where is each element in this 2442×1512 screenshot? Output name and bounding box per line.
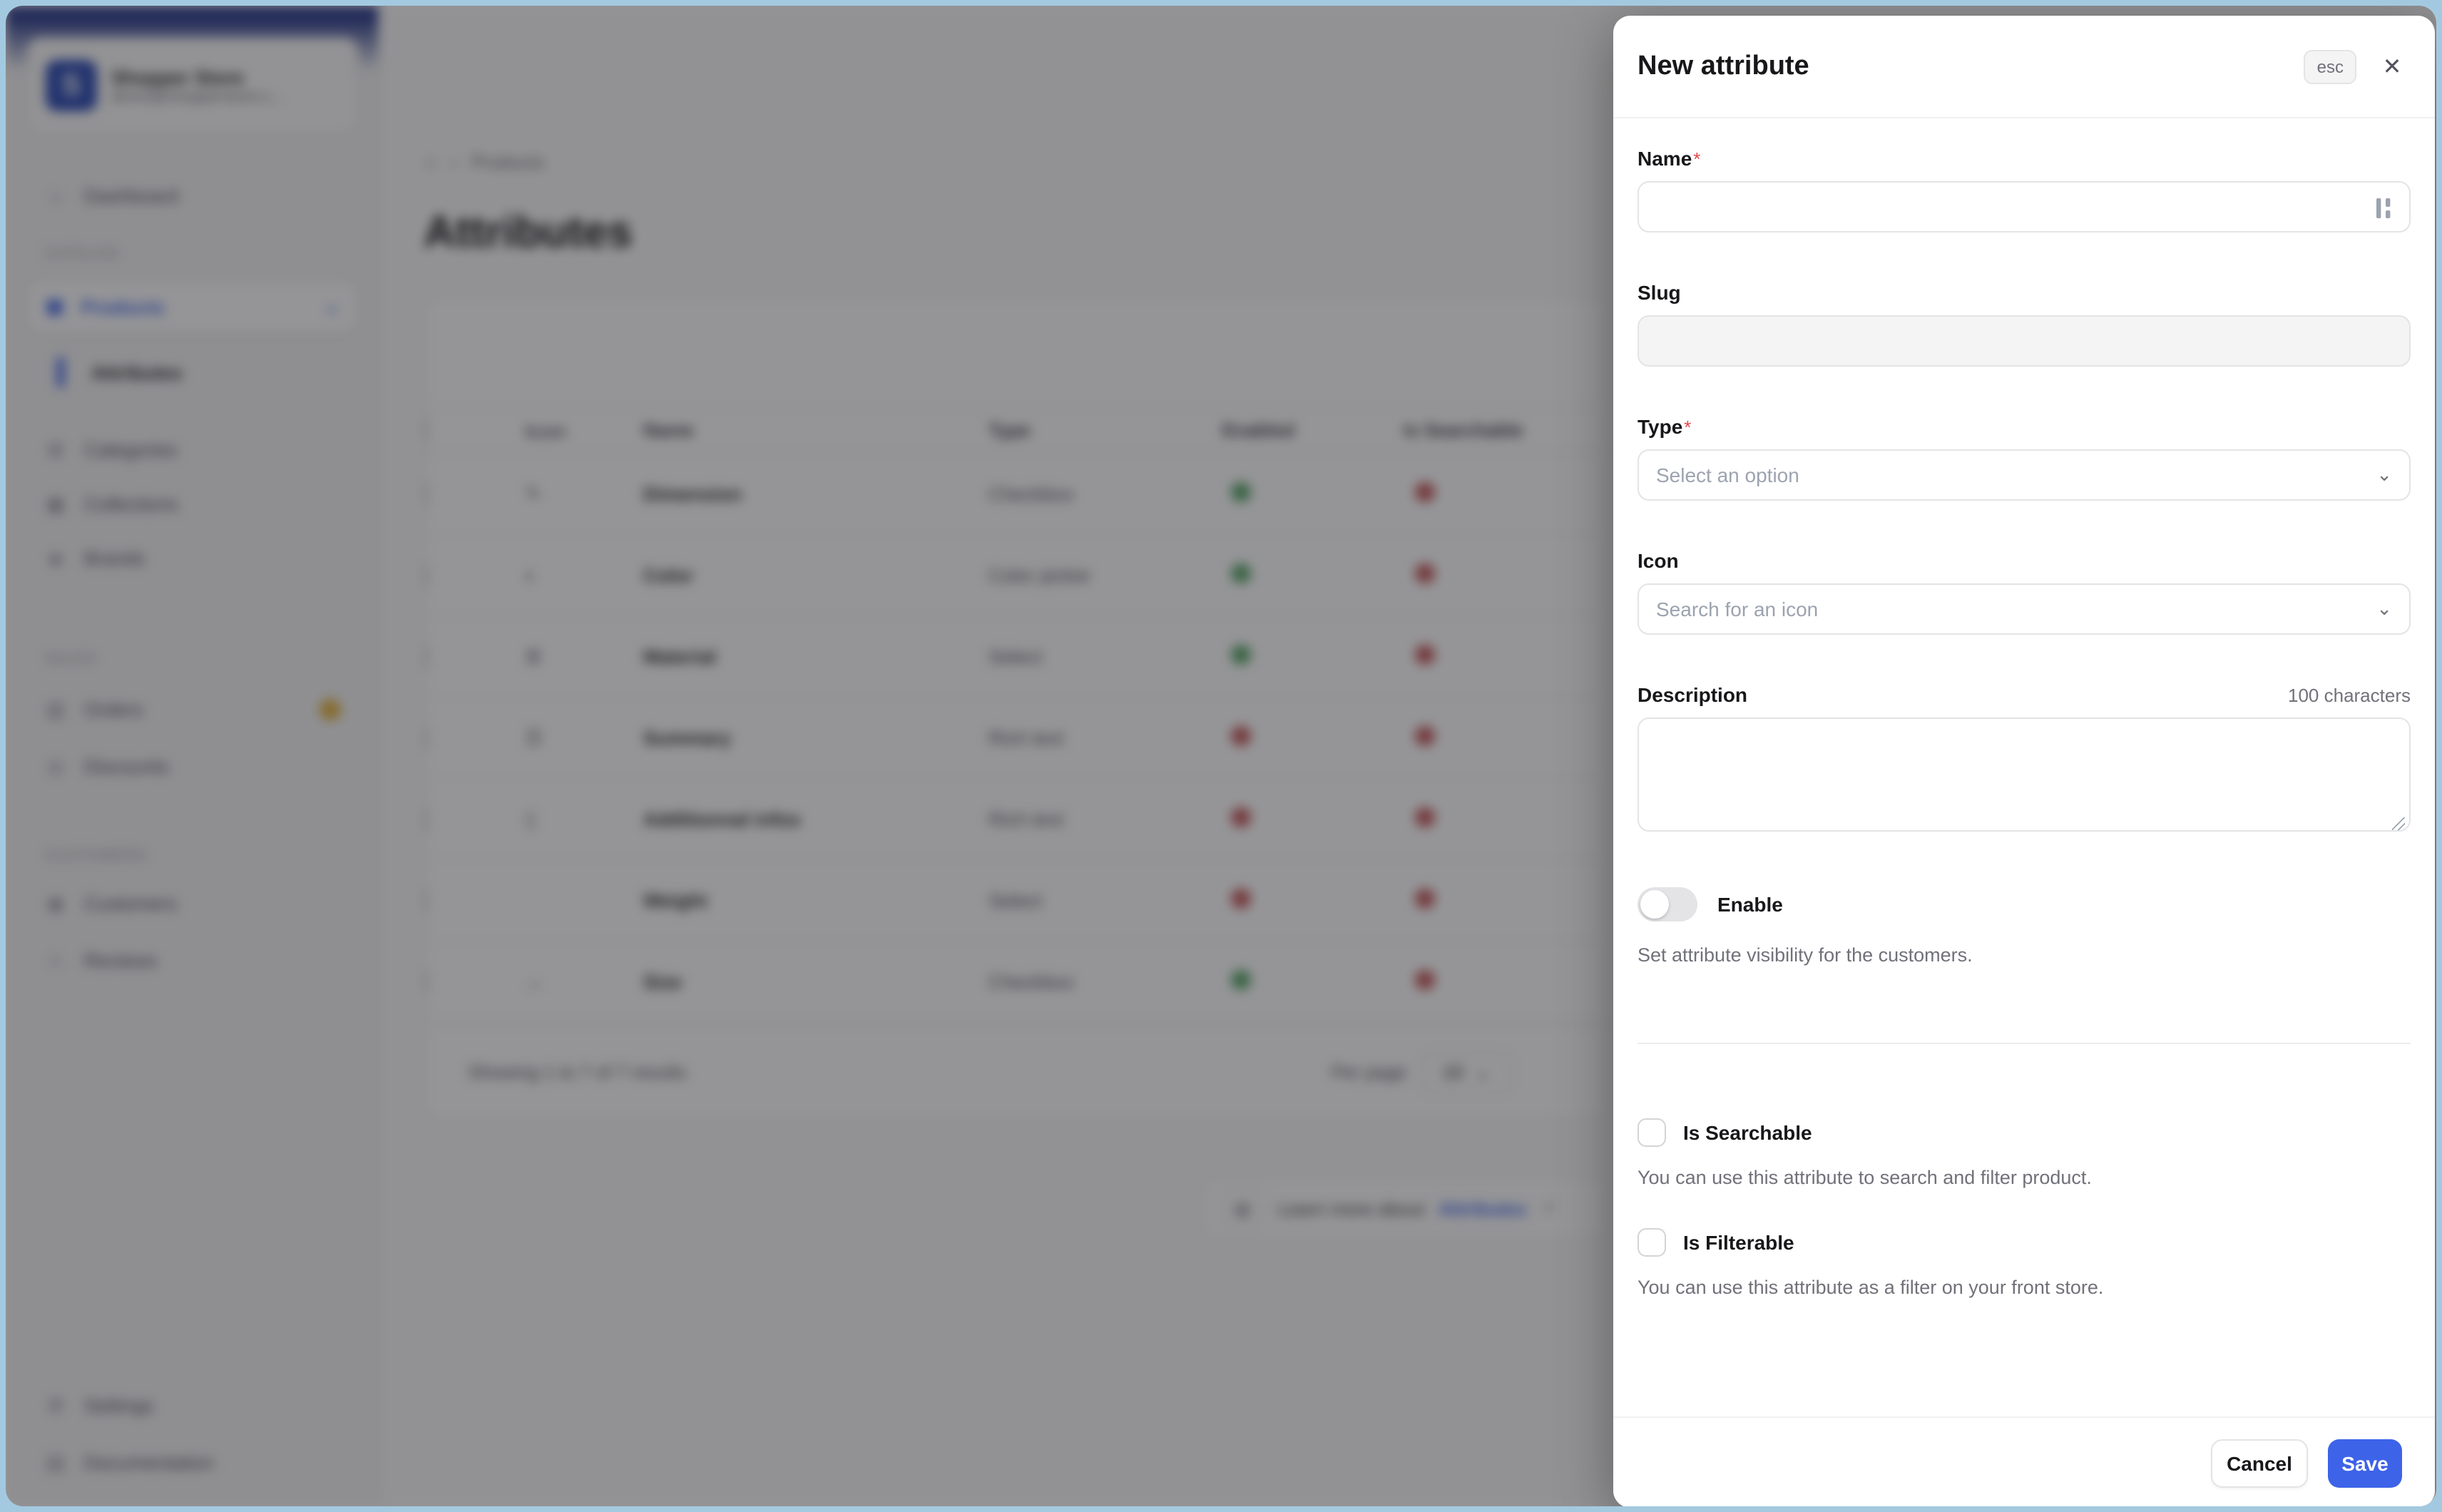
drawer-body: Name * Slug: [1613, 118, 2435, 1298]
description-field-group: Description 100 characters: [1638, 683, 2411, 839]
is-searchable-label: Is Searchable: [1683, 1121, 1812, 1144]
type-field-group: Type * Select an option ⌄: [1638, 415, 2411, 501]
enable-toggle[interactable]: [1638, 887, 1697, 921]
resize-handle[interactable]: [2392, 817, 2405, 830]
description-label: Description: [1638, 683, 1747, 706]
type-select-placeholder: Select an option: [1656, 464, 1799, 486]
enable-label: Enable: [1717, 893, 1783, 916]
name-label: Name: [1638, 147, 1692, 170]
type-select[interactable]: Select an option ⌄: [1638, 449, 2411, 501]
app-window: S Shopper Store demo@shopperstore.c... ⌂…: [6, 6, 2436, 1506]
enable-helper-text: Set attribute visibility for the custome…: [1638, 944, 2411, 966]
slug-label: Slug: [1638, 281, 1681, 304]
is-filterable-row: Is Filterable: [1638, 1228, 2411, 1257]
name-input-wrap: [1638, 181, 2411, 233]
chevron-down-icon: ⌄: [2376, 464, 2392, 486]
required-asterisk: *: [1693, 148, 1700, 170]
stage: S Shopper Store demo@shopperstore.c... ⌂…: [0, 0, 2442, 1512]
is-filterable-label: Is Filterable: [1683, 1231, 1794, 1254]
esc-key-badge: esc: [2304, 49, 2356, 83]
type-label: Type: [1638, 415, 1682, 438]
description-textarea-wrap: [1638, 717, 2411, 839]
slug-field-group: Slug: [1638, 281, 2411, 367]
is-filterable-helper: You can use this attribute as a filter o…: [1638, 1277, 2411, 1298]
is-searchable-checkbox[interactable]: [1638, 1118, 1666, 1147]
slug-input-wrap: [1638, 315, 2411, 367]
drawer-title: New attribute: [1638, 51, 1809, 82]
enable-toggle-row: Enable: [1638, 887, 2411, 921]
divider: [1638, 1043, 2411, 1044]
icon-field-group: Icon Search for an icon ⌄: [1638, 549, 2411, 635]
save-button[interactable]: Save: [2328, 1439, 2402, 1487]
chevron-down-icon: ⌄: [2376, 598, 2392, 620]
is-searchable-helper: You can use this attribute to search and…: [1638, 1167, 2411, 1188]
icon-select-placeholder: Search for an icon: [1656, 598, 1818, 620]
required-asterisk: *: [1684, 417, 1691, 438]
slug-input[interactable]: [1656, 330, 2392, 352]
close-icon[interactable]: ✕: [2374, 48, 2411, 85]
name-input[interactable]: [1656, 195, 2392, 218]
name-field-group: Name *: [1638, 147, 2411, 233]
description-textarea[interactable]: [1638, 717, 2411, 832]
drawer-footer: Cancel Save: [1613, 1416, 2435, 1506]
is-searchable-row: Is Searchable: [1638, 1118, 2411, 1147]
translation-icon: [2376, 197, 2395, 227]
toggle-knob: [1640, 890, 1669, 919]
drawer-header: New attribute esc ✕: [1613, 16, 2435, 118]
new-attribute-drawer: New attribute esc ✕ Name *: [1613, 16, 2435, 1506]
is-filterable-checkbox[interactable]: [1638, 1228, 1666, 1257]
icon-label: Icon: [1638, 549, 1679, 572]
character-counter: 100 characters: [2288, 685, 2411, 706]
cancel-button[interactable]: Cancel: [2211, 1439, 2308, 1487]
icon-select[interactable]: Search for an icon ⌄: [1638, 583, 2411, 635]
